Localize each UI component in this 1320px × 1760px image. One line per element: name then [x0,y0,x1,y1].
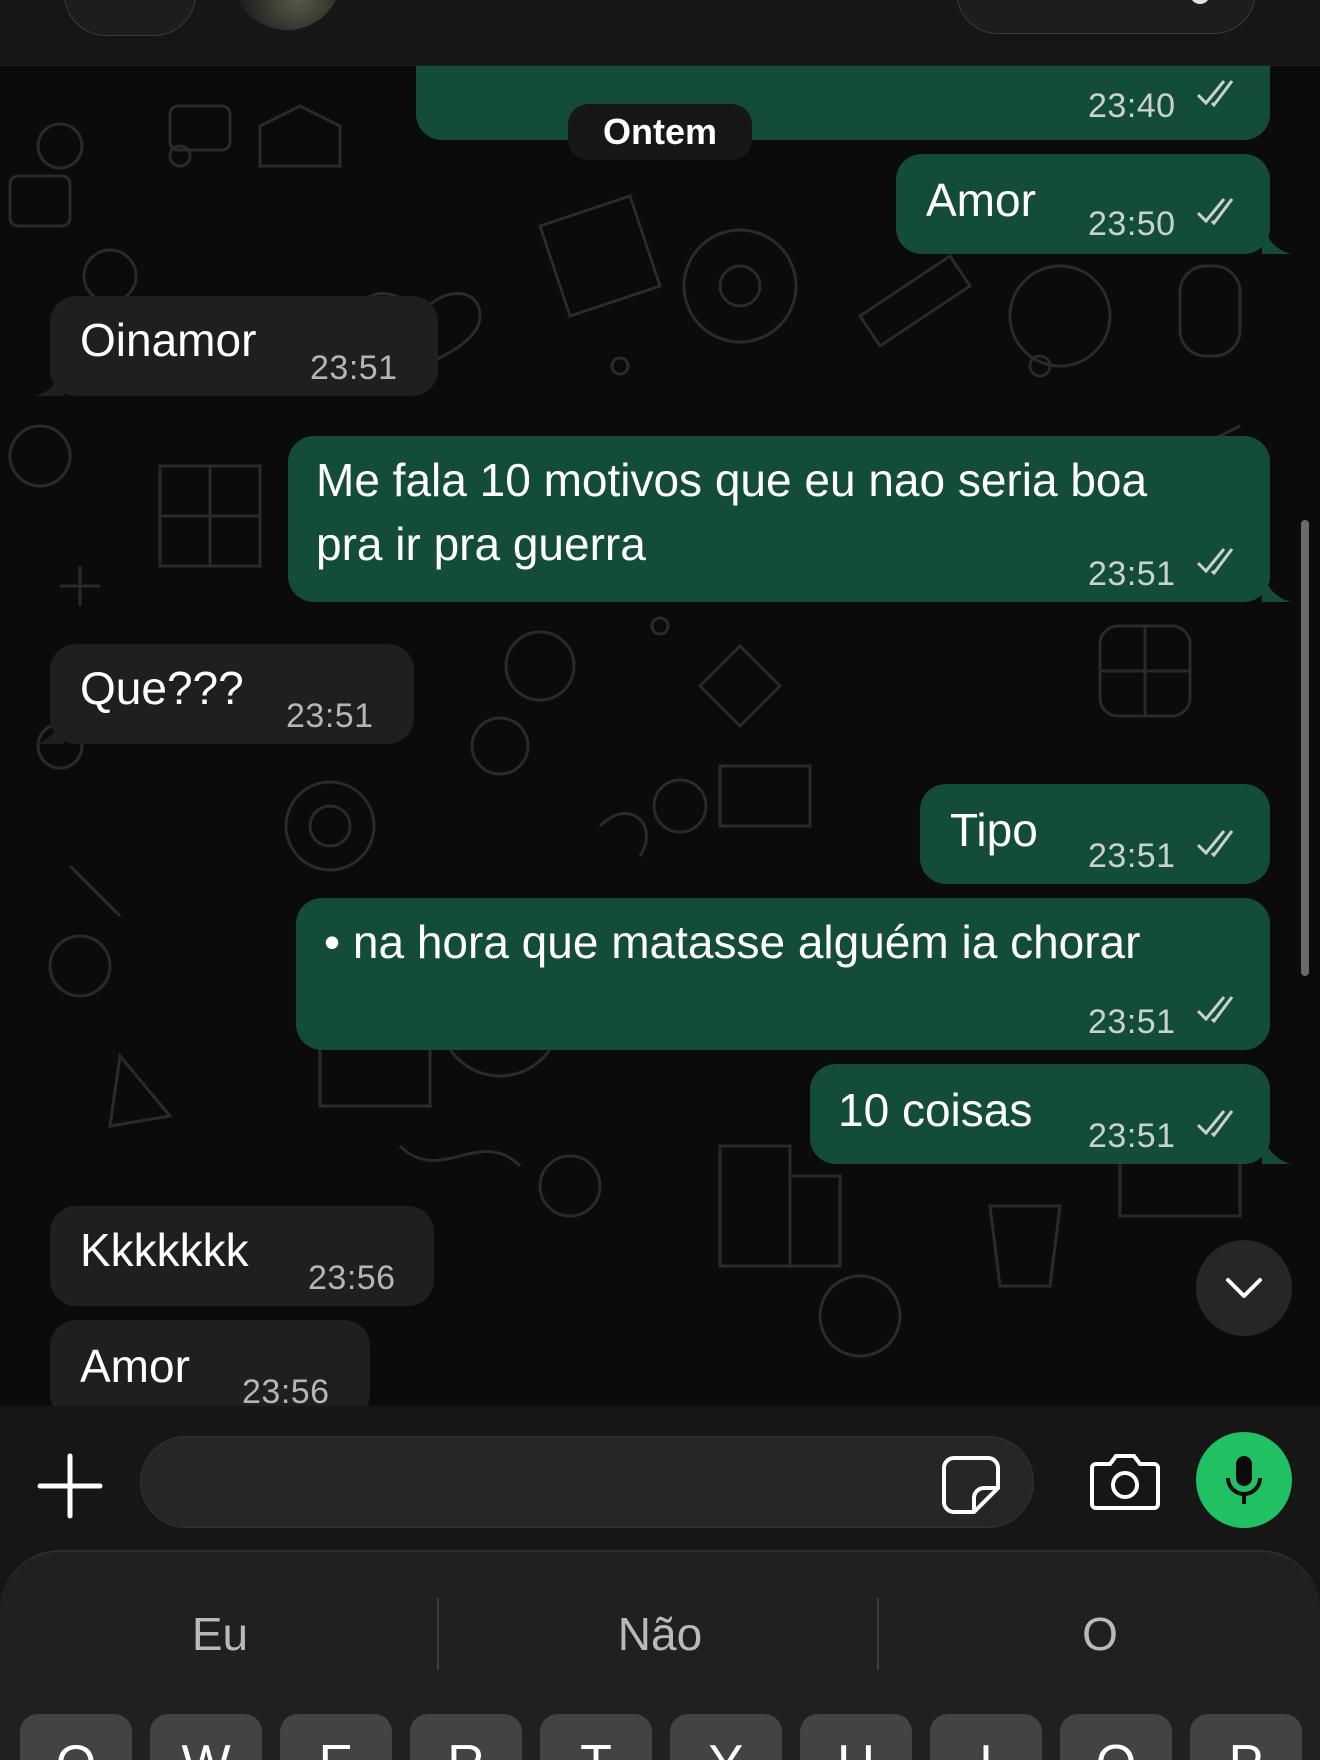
message-time: 23:56 [242,1373,330,1406]
sticker-icon[interactable] [940,1454,1002,1516]
bubble-tail [1262,1136,1292,1164]
message-text: Que??? [80,662,244,714]
message-list[interactable]: 23:40 Ontem Amor 23:50 Oinamor 23:51 Me … [0,66,1320,1406]
message-time: 23:51 [310,349,398,387]
date-separator: Ontem [568,104,752,160]
message-time: 23:51 [1088,555,1176,593]
key-i[interactable]: I [930,1714,1042,1760]
bubble-tail [34,368,64,396]
key-w[interactable]: W [150,1714,262,1760]
message-text: Amor [926,174,1036,226]
suggestion-divider [437,1598,439,1670]
keyboard-panel: Eu Não O Q W E R T Y U I O P [0,1550,1320,1760]
suggestion-divider [877,1598,879,1670]
chat-header [0,0,1320,66]
double-check-icon [1196,80,1234,108]
scroll-to-bottom-button[interactable] [1196,1240,1292,1336]
message-bubble-incoming[interactable]: Que??? 23:51 [50,644,414,744]
key-o[interactable]: O [1060,1714,1172,1760]
microphone-icon [1226,1456,1262,1504]
microphone-button[interactable] [1196,1432,1292,1528]
message-time: 23:51 [286,697,374,735]
message-input-field[interactable] [140,1436,1034,1528]
call-actions-button[interactable] [956,0,1256,34]
chevron-down-icon [1226,1278,1262,1298]
suggestion-3[interactable]: O [910,1604,1290,1664]
message-time: 23:51 [1088,1003,1176,1041]
double-check-icon [1196,830,1234,858]
message-time: 23:51 [1088,837,1176,875]
keyboard: Eu Não O Q W E R T Y U I O P [0,1546,1320,1760]
message-time: 23:56 [308,1259,396,1297]
key-r[interactable]: R [410,1714,522,1760]
key-t[interactable]: T [540,1714,652,1760]
double-check-icon [1196,548,1234,576]
key-u[interactable]: U [800,1714,912,1760]
message-time: 23:40 [1088,87,1176,125]
message-bubble-outgoing[interactable]: 10 coisas 23:51 [810,1064,1270,1164]
double-check-icon [1196,996,1234,1024]
double-check-icon [1196,1110,1234,1138]
message-bubble-outgoing[interactable]: • na hora que matasse alguém ia chorar 2… [296,898,1270,1050]
composer-bar [0,1406,1320,1546]
bubble-tail [1262,574,1292,602]
message-bubble-outgoing[interactable]: Amor 23:50 [896,154,1270,254]
back-button[interactable] [64,0,196,36]
suggestion-2[interactable]: Não [470,1604,850,1664]
message-time: 23:51 [1088,1117,1176,1155]
message-text: Amor [80,1340,190,1392]
plus-icon[interactable] [34,1450,106,1522]
key-p[interactable]: P [1190,1714,1302,1760]
message-bubble-incoming[interactable]: Kkkkkkk 23:56 [50,1206,434,1306]
bubble-tail [34,716,64,744]
message-text: Kkkkkkk [80,1224,249,1276]
message-input[interactable] [169,1455,949,1511]
contact-avatar[interactable] [232,0,342,30]
key-q[interactable]: Q [20,1714,132,1760]
message-text-line: Me fala 10 motivos que eu nao seria boa [316,454,1148,506]
message-bubble-outgoing[interactable]: Tipo 23:51 [920,784,1270,884]
key-y[interactable]: Y [670,1714,782,1760]
message-text-line: pra ir pra guerra [316,518,646,570]
message-bubble-outgoing[interactable]: 23:40 [416,66,1270,140]
message-text: 10 coisas [838,1084,1033,1136]
message-text: Tipo [950,804,1038,856]
message-text: • na hora que matasse alguém ia chorar [324,916,1141,968]
message-bubble-incoming[interactable]: Amor 23:56 [50,1320,370,1406]
double-check-icon [1196,198,1234,226]
message-text: Oinamor [80,314,257,366]
message-bubble-outgoing[interactable]: Me fala 10 motivos que eu nao seria boa … [288,436,1270,602]
key-e[interactable]: E [280,1714,392,1760]
camera-icon[interactable] [1088,1450,1162,1514]
bubble-tail [1262,226,1292,254]
suggestion-1[interactable]: Eu [30,1604,410,1664]
scrollbar[interactable] [1301,520,1309,976]
message-bubble-incoming[interactable]: Oinamor 23:51 [50,296,438,396]
message-time: 23:50 [1088,205,1176,243]
